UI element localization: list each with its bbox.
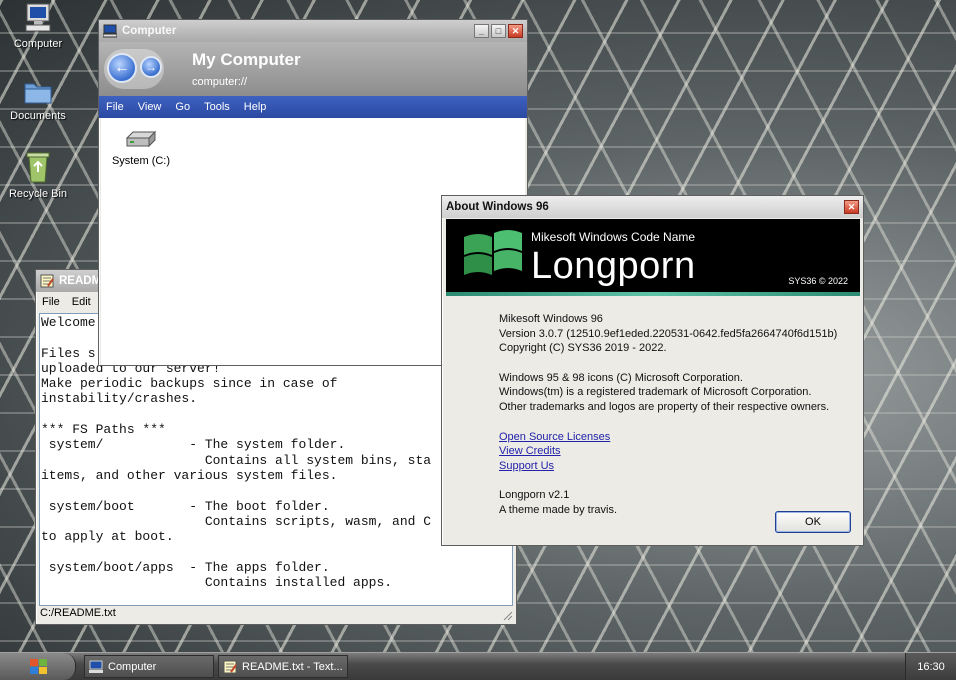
taskbar-item-computer[interactable]: Computer: [84, 655, 214, 678]
recycle-bin-icon: [26, 152, 50, 183]
menu-item-edit[interactable]: Edit: [66, 296, 97, 308]
close-button[interactable]: ✕: [844, 200, 859, 214]
maximize-button[interactable]: □: [491, 24, 506, 38]
menu-item-help[interactable]: Help: [237, 101, 274, 113]
notepad-icon: [40, 274, 54, 288]
drive-label: System (C:): [111, 155, 171, 167]
computer-icon: [89, 660, 103, 673]
back-button[interactable]: ←: [107, 53, 137, 83]
minimize-button[interactable]: _: [474, 24, 489, 38]
icons-note: Windows 95 & 98 icons (C) Microsoft Corp…: [499, 371, 743, 384]
about-titlebar[interactable]: About Windows 96 ✕: [442, 196, 863, 218]
resize-grip-icon[interactable]: [503, 611, 513, 621]
menu-item-file[interactable]: File: [36, 296, 66, 308]
readme-statusbar: C:/README.txt: [36, 605, 516, 624]
copyright-text: Copyright (C) SYS36 2019 - 2022.: [499, 342, 667, 355]
forward-button[interactable]: →: [140, 56, 162, 78]
ok-button[interactable]: OK: [775, 511, 851, 533]
version-text: Version 3.0.7 (12510.9ef1eded.220531-064…: [499, 327, 838, 340]
start-button[interactable]: [0, 653, 76, 680]
desktop-icon-computer[interactable]: Computer: [3, 2, 73, 50]
menu-item-file[interactable]: File: [99, 101, 131, 113]
support-us-link[interactable]: Support Us: [499, 459, 859, 474]
folder-icon: [24, 83, 52, 104]
page-title: My Computer: [192, 50, 301, 69]
close-button[interactable]: ✕: [508, 24, 523, 38]
other-note: Other trademarks and logos are property …: [499, 400, 830, 413]
system-tray: 16:30: [905, 653, 956, 680]
open-source-licenses-link[interactable]: Open Source Licenses: [499, 430, 859, 445]
taskbar-item-label: README.txt - Text...: [242, 660, 343, 673]
about-info: Mikesoft Windows 96 Version 3.0.7 (12510…: [499, 312, 859, 518]
banner-subtitle: Mikesoft Windows Code Name: [531, 230, 696, 244]
desktop-icon-label: Recycle Bin: [8, 188, 68, 200]
about-banner: Mikesoft Windows Code Name Longporn SYS3…: [446, 219, 860, 293]
view-credits-link[interactable]: View Credits: [499, 444, 859, 459]
desktop-icon-documents[interactable]: Documents: [3, 78, 73, 122]
trademark-note: Windows(tm) is a registered trademark of…: [499, 386, 812, 399]
about-title: About Windows 96: [446, 201, 549, 213]
windows-logo-icon: [30, 659, 47, 674]
windows-logo-icon: [464, 230, 522, 275]
desktop-icon-recycle-bin[interactable]: Recycle Bin: [3, 150, 73, 200]
taskbar-item-readme[interactable]: README.txt - Text...: [218, 655, 348, 678]
product-name: Mikesoft Windows 96: [499, 313, 603, 325]
notepad-icon: [223, 660, 237, 673]
status-path: C:/README.txt: [40, 607, 116, 619]
desktop-icon-label: Documents: [10, 110, 66, 122]
explorer-header: ← → My Computer computer://: [99, 42, 527, 96]
desktop-icon-label: Computer: [13, 38, 63, 50]
banner-title: Longporn: [531, 245, 696, 287]
banner-copyright: SYS36 © 2022: [788, 276, 848, 286]
clock[interactable]: 16:30: [917, 661, 945, 673]
explorer-menubar: File View Go Tools Help: [99, 96, 527, 118]
menu-item-tools[interactable]: Tools: [197, 101, 237, 113]
drive-icon: [125, 130, 157, 148]
menu-item-view[interactable]: View: [131, 101, 169, 113]
computer-window-title: Computer: [122, 25, 177, 37]
computer-titlebar[interactable]: Computer _ □ ✕: [99, 20, 527, 42]
taskbar-item-label: Computer: [108, 660, 157, 673]
about-dialog: About Windows 96 ✕ Mikesoft Windows Code…: [441, 195, 864, 546]
computer-icon: [25, 3, 51, 32]
computer-icon: [103, 24, 117, 38]
drive-item-system-c[interactable]: System (C:): [111, 128, 171, 167]
taskbar: Computer README.txt - Text... 16:30: [0, 652, 956, 680]
banner-divider: [446, 292, 860, 296]
theme-name: Longporn v2.1: [499, 489, 570, 502]
menu-item-go[interactable]: Go: [168, 101, 197, 113]
address-path: computer://: [192, 76, 248, 88]
